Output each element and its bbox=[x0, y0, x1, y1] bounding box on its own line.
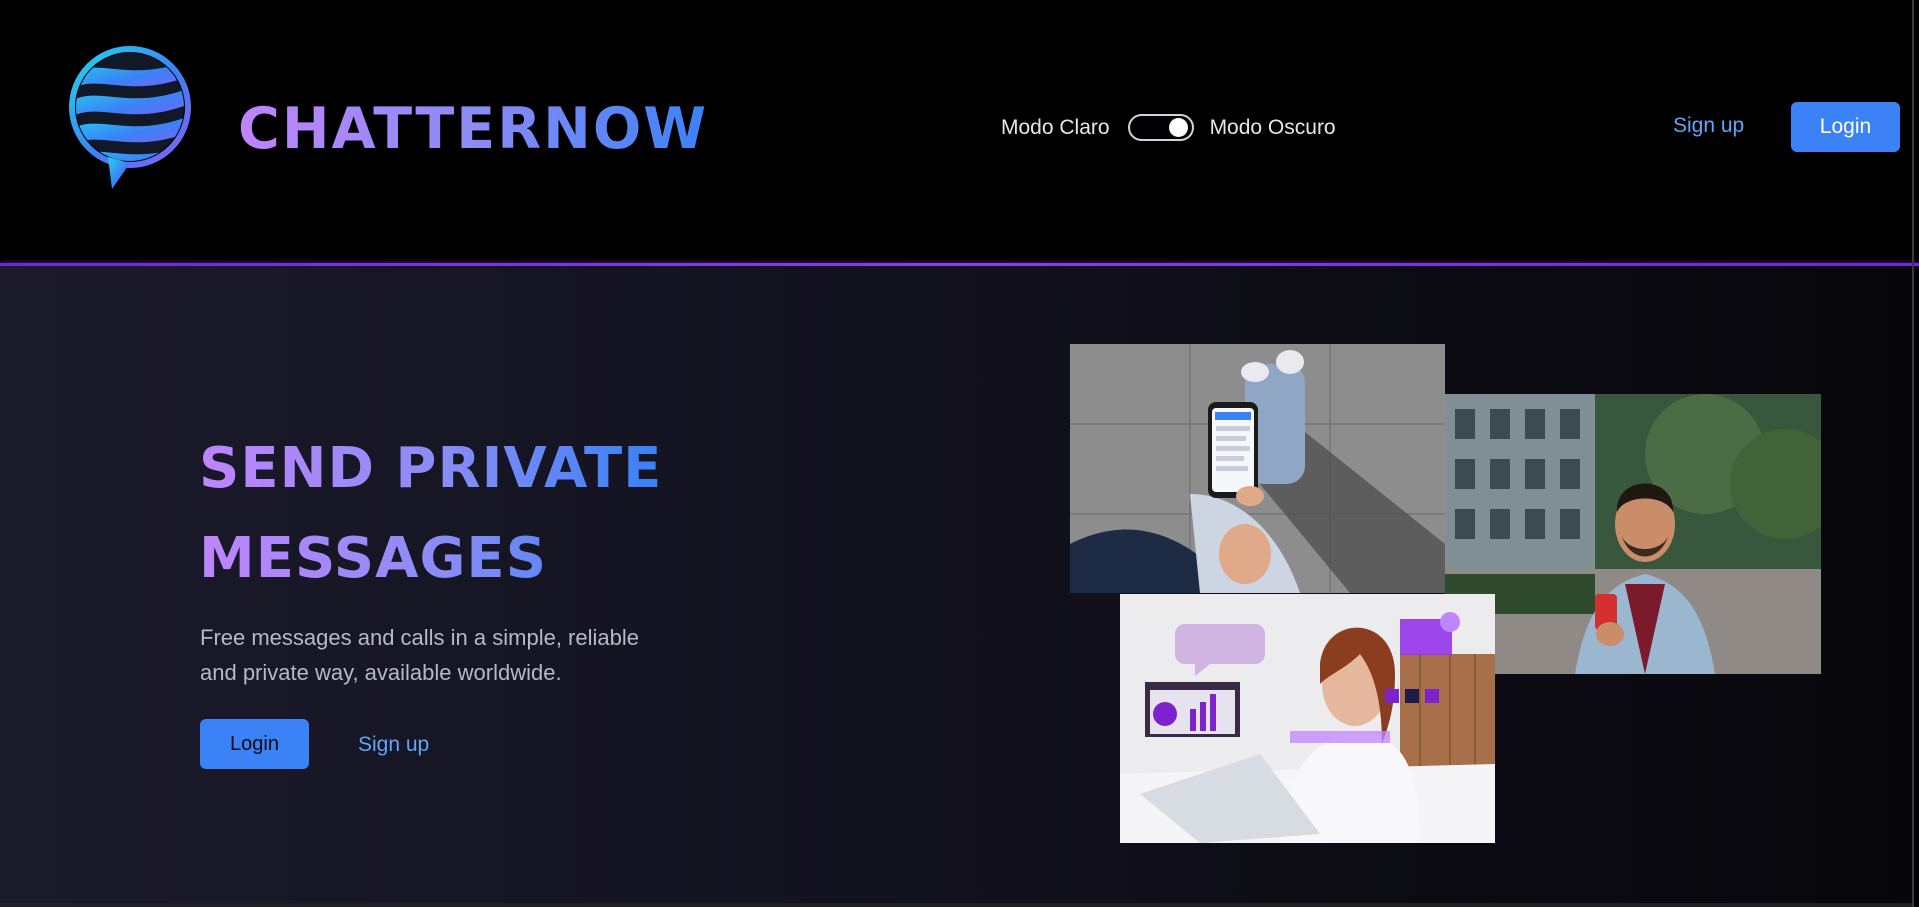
page-bottom-edge bbox=[0, 903, 1912, 907]
man-with-phone-photo bbox=[1445, 394, 1821, 674]
toggle-knob bbox=[1168, 118, 1188, 137]
phone-in-hand-photo bbox=[1070, 344, 1445, 593]
site-header: CHATTERNOW Modo Claro Modo Oscuro Sign u… bbox=[0, 0, 1919, 263]
header-signup-link[interactable]: Sign up bbox=[1673, 114, 1744, 138]
theme-light-label: Modo Claro bbox=[1001, 115, 1110, 139]
hero-title: SEND PRIVATE MESSAGES bbox=[199, 424, 799, 604]
hero-title-line1: SEND PRIVATE bbox=[199, 436, 663, 501]
hero-description: Free messages and calls in a simple, rel… bbox=[200, 625, 639, 685]
logo-icon[interactable] bbox=[68, 45, 194, 191]
theme-dark-label: Modo Oscuro bbox=[1209, 115, 1336, 139]
hero-title-line2: MESSAGES bbox=[199, 526, 548, 591]
hero-login-button[interactable]: Login bbox=[200, 719, 309, 769]
theme-switch: Modo Claro Modo Oscuro bbox=[1001, 112, 1336, 143]
window-scrollbar[interactable] bbox=[1912, 0, 1914, 907]
brand-name[interactable]: CHATTERNOW bbox=[238, 96, 708, 162]
header-login-button[interactable]: Login bbox=[1791, 102, 1900, 152]
theme-toggle[interactable] bbox=[1127, 114, 1194, 141]
woman-with-laptop-photo bbox=[1120, 594, 1495, 843]
hero-signup-link[interactable]: Sign up bbox=[358, 733, 429, 757]
